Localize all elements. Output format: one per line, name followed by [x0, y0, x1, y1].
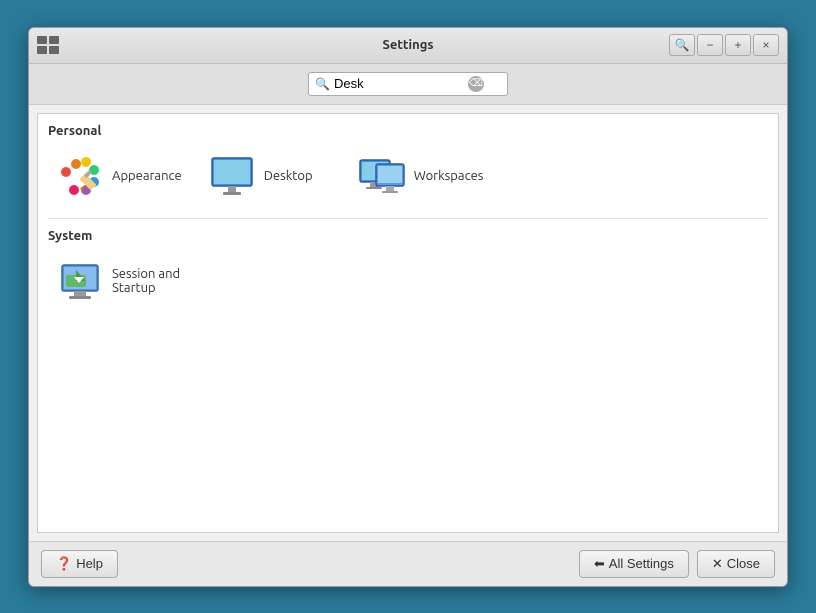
question-circle-icon: ❓ [56, 556, 72, 572]
session-item[interactable]: Session and Startup [48, 251, 188, 311]
close-button[interactable]: × [753, 34, 779, 56]
footer: ❓ Help ⬅ All Settings ✕ Close [29, 541, 787, 586]
search-bar: 🔍 ⌫ [29, 64, 787, 105]
section-divider [48, 218, 768, 219]
window-title: Settings [382, 38, 433, 52]
desktop-label: Desktop [264, 169, 313, 183]
appearance-label: Appearance [112, 169, 182, 183]
search-icon: 🔍 [315, 77, 330, 91]
session-label: Session and [112, 267, 180, 281]
close-label: Close [727, 556, 760, 571]
system-section-label: System [48, 229, 768, 243]
close-button[interactable]: ✕ Close [697, 550, 775, 578]
personal-items-row: Appearance Desktop [48, 146, 768, 206]
all-settings-button[interactable]: ⬅ All Settings [579, 550, 689, 578]
all-settings-label: All Settings [609, 556, 674, 571]
content-area: Personal [37, 113, 779, 533]
window-controls: 🔍 − + × [669, 34, 779, 56]
x-icon: ✕ [712, 556, 723, 572]
search-button[interactable]: 🔍 [669, 34, 695, 56]
personal-section-label: Personal [48, 124, 768, 138]
search-clear-button[interactable]: ⌫ [468, 76, 484, 92]
workspaces-label: Workspaces [414, 169, 484, 183]
arrow-left-icon: ⬅ [594, 556, 605, 572]
workspaces-icon [358, 152, 406, 200]
desktop-item[interactable]: Desktop [200, 146, 340, 206]
startup-label: Startup [112, 281, 180, 295]
help-button[interactable]: ❓ Help [41, 550, 118, 578]
system-items-row: Session and Startup [48, 251, 768, 311]
settings-window: Settings 🔍 − + × 🔍 ⌫ Personal [28, 27, 788, 587]
window-icon [37, 36, 59, 54]
search-wrapper: 🔍 ⌫ [308, 72, 508, 96]
search-icon: 🔍 [675, 38, 690, 52]
appearance-icon [56, 152, 104, 200]
session-label-wrapper: Session and Startup [112, 267, 180, 295]
workspaces-item[interactable]: Workspaces [350, 146, 492, 206]
appearance-item[interactable]: Appearance [48, 146, 190, 206]
titlebar: Settings 🔍 − + × [29, 28, 787, 64]
session-icon [56, 257, 104, 305]
desktop-icon [208, 152, 256, 200]
search-input[interactable] [334, 76, 464, 91]
footer-left: ❓ Help [41, 550, 118, 578]
minimize-button[interactable]: − [697, 34, 723, 56]
help-label: Help [76, 556, 103, 571]
footer-right: ⬅ All Settings ✕ Close [579, 550, 775, 578]
maximize-button[interactable]: + [725, 34, 751, 56]
